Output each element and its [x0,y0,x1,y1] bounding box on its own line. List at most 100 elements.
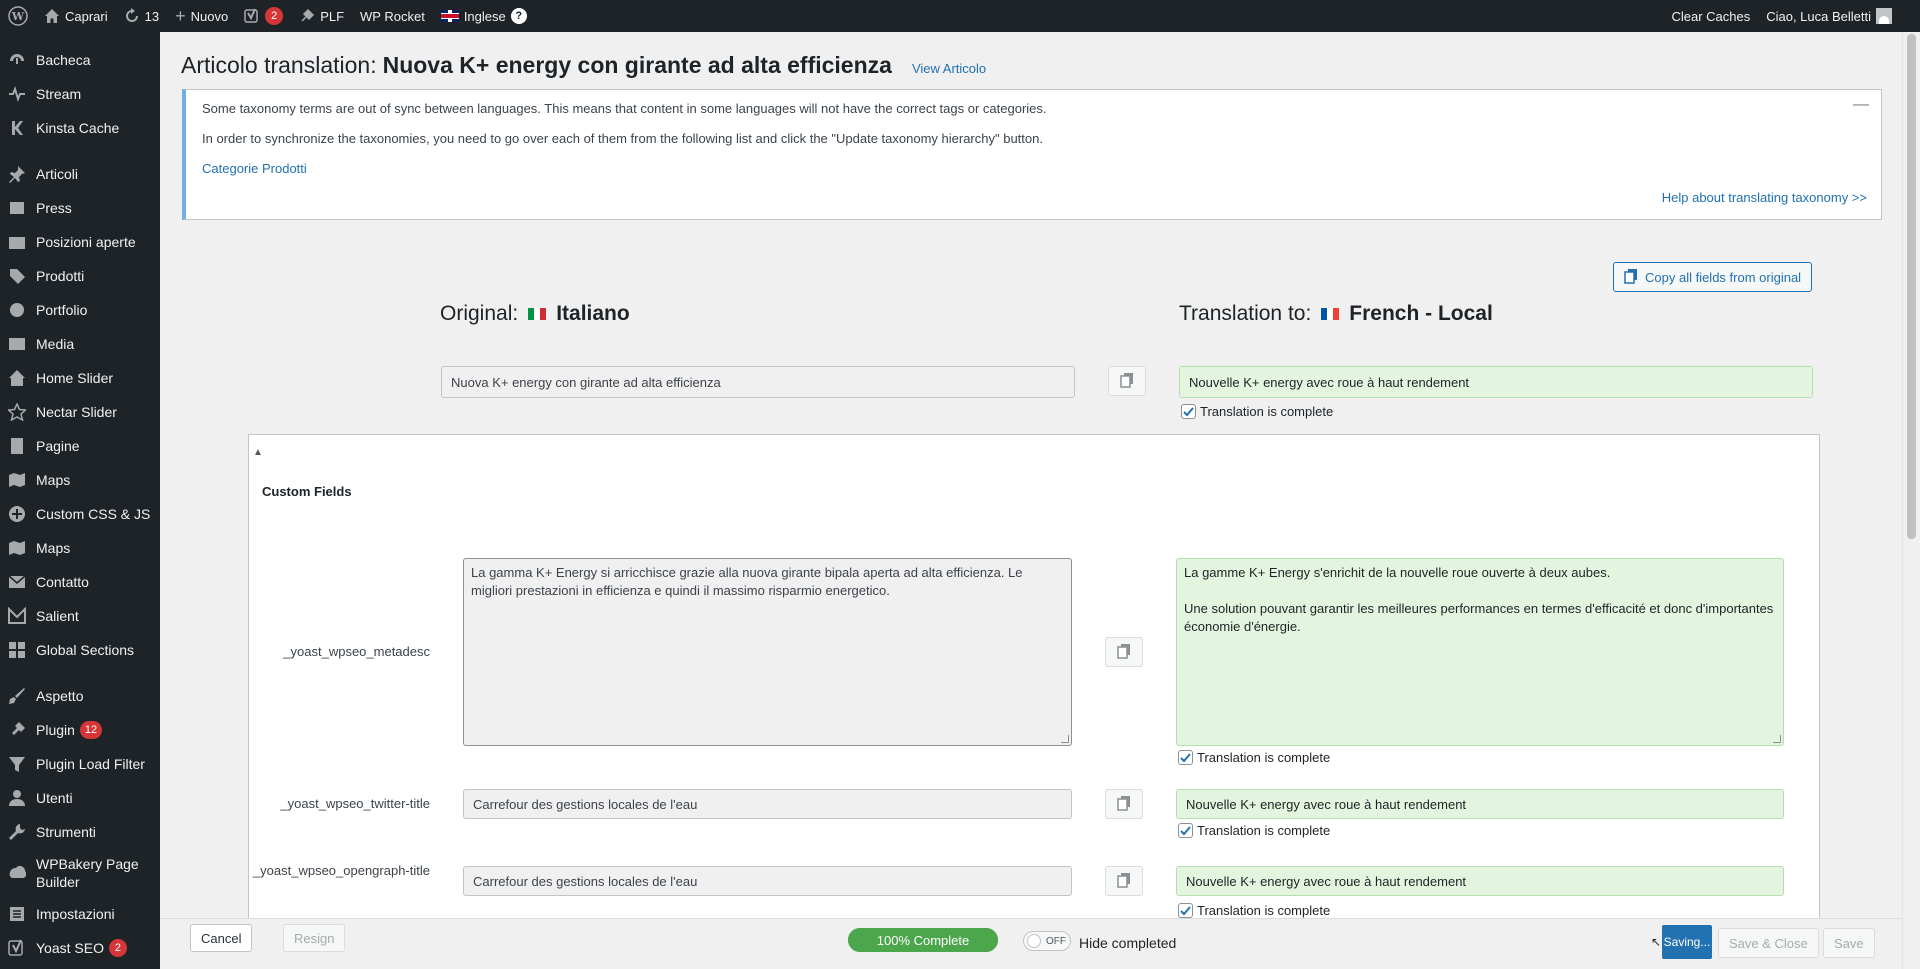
copy-title-button[interactable] [1108,366,1146,396]
new-label: Nuovo [190,8,229,24]
sidebar-item-label: Plugin Load Filter [36,756,145,772]
tag-icon [7,266,27,286]
sidebar-item-aspetto[interactable]: Aspetto [0,679,160,713]
wp-logo-menu[interactable]: W [0,0,36,32]
view-article-link[interactable]: View Articolo [912,61,986,76]
wp-rocket-label: WP Rocket [360,8,425,24]
copy-opengraph-title-button[interactable] [1105,866,1143,896]
site-name-menu[interactable]: Caprari [36,0,116,32]
wordpress-icon: W [8,6,28,26]
plf-menu[interactable]: PLF [291,0,352,32]
page-scrollbar[interactable] [1902,32,1920,969]
copy-icon [1120,372,1134,391]
sidebar-item-pagine[interactable]: Pagine [0,429,160,463]
sidebar-item-salient[interactable]: Salient [0,599,160,633]
language-switcher[interactable]: Inglese ? [433,0,535,32]
new-content-menu[interactable]: + Nuovo [167,0,236,32]
sidebar-item-global-sections[interactable]: Global Sections [0,633,160,667]
sidebar-item-maps[interactable]: Maps [0,531,160,565]
save-close-button[interactable]: Save & Close [1718,928,1819,958]
sidebar-item-bacheca[interactable]: Bacheca [0,43,160,77]
hide-completed-toggle[interactable]: OFF [1023,931,1071,951]
resize-grip-icon [1061,735,1069,743]
sidebar-item-articoli[interactable]: Articoli [0,157,160,191]
hide-completed-label: Hide completed [1079,935,1177,951]
translation-header: Translation to: French - Local [1179,302,1493,326]
sidebar-item-label: Stream [36,86,82,102]
sidebar-item-contatto[interactable]: Contatto [0,565,160,599]
title-post-name: Nuova K+ energy con girante ad alta effi… [382,52,892,78]
yoast-menu[interactable]: 2 [236,0,291,32]
help-icon[interactable]: ? [510,8,527,24]
sidebar-item-label: Nectar Slider [36,404,117,420]
copy-metadesc-button[interactable] [1105,637,1143,667]
yoast-icon [244,8,260,24]
sidebar-item-plugin[interactable]: Plugin 12 [0,713,160,747]
sidebar-item-kinsta-cache[interactable]: Kinsta Cache [0,111,160,145]
sidebar-item-utenti[interactable]: Utenti [0,781,160,815]
sidebar-item-prodotti[interactable]: Prodotti [0,259,160,293]
scrollbar-thumb[interactable] [1907,34,1916,539]
map-icon [7,538,27,558]
svg-text:W: W [11,10,25,23]
plf-label: PLF [320,8,345,24]
opengraph-title-translation-field[interactable]: Nouvelle K+ energy avec roue à haut rend… [1176,866,1784,896]
save-button[interactable]: Save [1823,928,1875,958]
cancel-button[interactable]: Cancel [190,924,253,952]
sidebar-item-impostazioni[interactable]: Impostazioni [0,897,160,931]
france-flag-icon [1321,308,1340,320]
sidebar-item-label: Contatto [36,574,89,590]
help-taxonomy-link[interactable]: Help about translating taxonomy >> [1662,190,1867,205]
collapse-arrow-icon[interactable]: ▲ [253,447,263,458]
sidebar-item-label: Media [36,336,75,352]
clear-caches-button[interactable]: Clear Caches [1663,0,1758,32]
sidebar-item-posizioni-aperte[interactable]: Posizioni aperte [0,225,160,259]
title-complete-checkbox[interactable]: Translation is complete [1181,404,1333,419]
sidebar-item-stream[interactable]: Stream [0,77,160,111]
notice-line-1: Some taxonomy terms are out of sync betw… [202,101,1047,116]
metadesc-translation-field[interactable]: La gamme K+ Energy s'enrichit de la nouv… [1176,558,1784,746]
complete-label: Translation is complete [1200,404,1334,419]
updates-menu[interactable]: 13 [116,0,167,32]
copy-all-fields-button[interactable]: Copy all fields from original [1613,262,1813,292]
user-menu[interactable]: Ciao, Luca Belletti [1758,0,1900,32]
title-translation-field[interactable]: Nouvelle K+ energy avec roue à haut rend… [1179,366,1813,398]
stream-icon [7,84,27,104]
notice-collapse-icon[interactable]: — [1853,96,1869,114]
sidebar-item-label: Custom CSS & JS [36,506,151,522]
sidebar-item-home-slider[interactable]: Home Slider [0,361,160,395]
sidebar-item-media[interactable]: Media [0,327,160,361]
resign-button[interactable]: Resign [283,924,346,952]
salient-icon [7,606,27,626]
saving-indicator: Saving... [1662,925,1712,959]
plus-circle-icon [7,504,27,524]
twitter-title-translation-field[interactable]: Nouvelle K+ energy avec roue à haut rend… [1176,789,1784,819]
metadesc-complete-checkbox[interactable]: Translation is complete [1178,750,1330,765]
sidebar-item-strumenti[interactable]: Strumenti [0,815,160,849]
sidebar-item-label: Pagine [36,438,80,454]
sidebar-item-custom-css-js[interactable]: Custom CSS & JS [0,497,160,531]
opengraph-title-complete-checkbox[interactable]: Translation is complete [1178,903,1330,918]
sidebar-item-yoast-seo[interactable]: Yoast SEO 2 [0,931,160,965]
copy-twitter-title-button[interactable] [1105,789,1143,819]
page-title: Articolo translation: Nuova K+ energy co… [181,52,986,79]
title-original-field: Nuova K+ energy con girante ad alta effi… [441,366,1075,398]
sidebar-item-label: Maps [36,540,71,556]
copy-icon [1624,268,1638,287]
checkmark-icon [1181,404,1196,419]
sidebar-item-maps[interactable]: Maps [0,463,160,497]
categorie-prodotti-link[interactable]: Categorie Prodotti [202,161,307,176]
opengraph-title-label: _yoast_wpseo_opengraph-title [252,863,430,878]
sidebar-badge: 2 [108,939,127,957]
sidebar-item-nectar-slider[interactable]: Nectar Slider [0,395,160,429]
sidebar-item-portfolio[interactable]: Portfolio [0,293,160,327]
sidebar-item-press[interactable]: Press [0,191,160,225]
original-header: Original: Italiano [440,302,630,326]
twitter-title-complete-checkbox[interactable]: Translation is complete [1178,823,1330,838]
sidebar-item-wpbakery-page-builder[interactable]: WPBakery Page Builder [0,849,160,897]
resize-grip-icon [1773,735,1781,743]
editor-footer: Cancel Resign 100% Complete OFF Hide com… [160,918,1902,969]
sidebar-item-plugin-load-filter[interactable]: Plugin Load Filter [0,747,160,781]
wp-rocket-menu[interactable]: WP Rocket [352,0,433,32]
complete-label: Translation is complete [1197,903,1331,918]
